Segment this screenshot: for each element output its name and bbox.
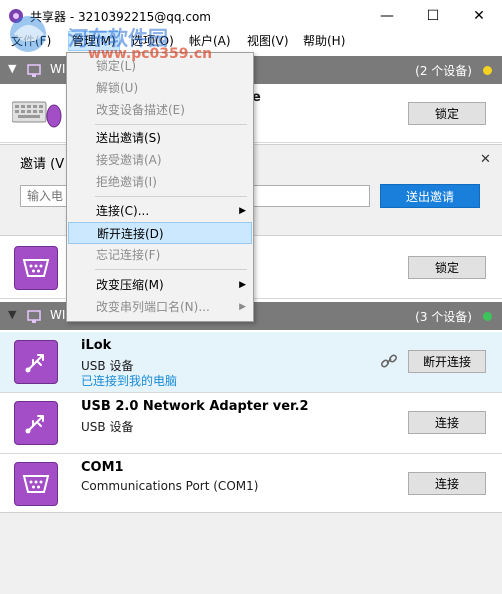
expand-triangle-icon[interactable]: ▼	[8, 62, 16, 75]
manage-menu-dropdown: 锁定(L) 解锁(U) 改变设备描述(E) 送出邀请(S) 接受邀请(A) 拒绝…	[66, 52, 254, 322]
group-name: WI	[50, 308, 66, 322]
expand-triangle-icon[interactable]: ▼	[8, 308, 16, 321]
disconnect-button[interactable]: 断开连接	[408, 350, 486, 373]
maximize-button[interactable]: ☐	[410, 0, 456, 32]
connect-button[interactable]: 连接	[408, 472, 486, 495]
usb-icon	[14, 340, 58, 384]
watermark-logo-icon	[10, 16, 46, 52]
submenu-arrow-icon: ▶	[239, 302, 246, 312]
menu-item-rename-serial-port[interactable]: 改变串列端口名(N)... ▶	[68, 296, 252, 318]
device-row-com1[interactable]: COM1 Communications Port (COM1) 连接	[0, 454, 502, 515]
menu-item-accept-invite[interactable]: 接受邀请(A)	[68, 149, 252, 171]
group-device-count: (2 个设备)	[415, 64, 472, 78]
device-type: Communications Port (COM1)	[81, 479, 259, 493]
serial-port-icon	[14, 246, 58, 290]
menu-item-send-invite[interactable]: 送出邀请(S)	[68, 127, 252, 149]
submenu-arrow-icon: ▶	[239, 206, 246, 216]
device-name: USB 2.0 Network Adapter ver.2	[81, 399, 309, 414]
menu-item-forget-connection[interactable]: 忘记连接(F)	[68, 244, 252, 266]
menu-view[interactable]: 视图(V)	[244, 32, 292, 50]
device-row-ilok[interactable]: iLok USB 设备 已连接到我的电脑 断开连接	[0, 332, 502, 393]
link-icon	[380, 354, 398, 368]
menu-separator	[95, 269, 247, 270]
menu-separator	[95, 196, 247, 197]
watermark-url: www.pc0359.cn	[88, 46, 213, 62]
menu-help[interactable]: 帮助(H)	[300, 32, 348, 50]
network-icon	[27, 310, 41, 323]
invite-title: 邀请 (V	[20, 157, 65, 172]
group-device-count: (3 个设备)	[415, 310, 472, 324]
send-invite-button[interactable]: 送出邀请	[380, 184, 480, 208]
menu-item-change-description[interactable]: 改变设备描述(E)	[68, 99, 252, 121]
lock-button[interactable]: 锁定	[408, 102, 486, 125]
device-type: USB 设备	[81, 420, 134, 434]
menu-separator	[95, 124, 247, 125]
device-row-usb-adapter[interactable]: USB 2.0 Network Adapter ver.2 USB 设备 连接	[0, 393, 502, 454]
device-status: 已连接到我的电脑	[81, 374, 178, 388]
status-area	[0, 512, 502, 594]
connect-button[interactable]: 连接	[408, 411, 486, 434]
menu-item-change-compression[interactable]: 改变压缩(M) ▶	[68, 274, 252, 296]
submenu-arrow-icon: ▶	[239, 280, 246, 290]
menu-item-reject-invite[interactable]: 拒绝邀请(I)	[68, 171, 252, 193]
status-dot-icon	[483, 66, 492, 75]
lock-button[interactable]: 锁定	[408, 256, 486, 279]
status-dot-icon	[483, 312, 492, 321]
keyboard-mouse-icon	[12, 101, 62, 128]
menu-item-connect[interactable]: 连接(C)... ▶	[68, 200, 252, 222]
close-icon[interactable]: ✕	[480, 152, 491, 167]
device-name: COM1	[81, 460, 124, 475]
menu-item-disconnect[interactable]: 断开连接(D)	[68, 222, 252, 244]
minimize-button[interactable]: —	[364, 0, 410, 32]
menu-item-unlock[interactable]: 解锁(U)	[68, 77, 252, 99]
device-name: iLok	[81, 338, 112, 353]
serial-port-icon	[14, 462, 58, 506]
network-icon	[27, 64, 41, 77]
group-name: WI	[50, 62, 66, 76]
usb-icon	[14, 401, 58, 445]
close-button[interactable]: ✕	[456, 0, 502, 32]
